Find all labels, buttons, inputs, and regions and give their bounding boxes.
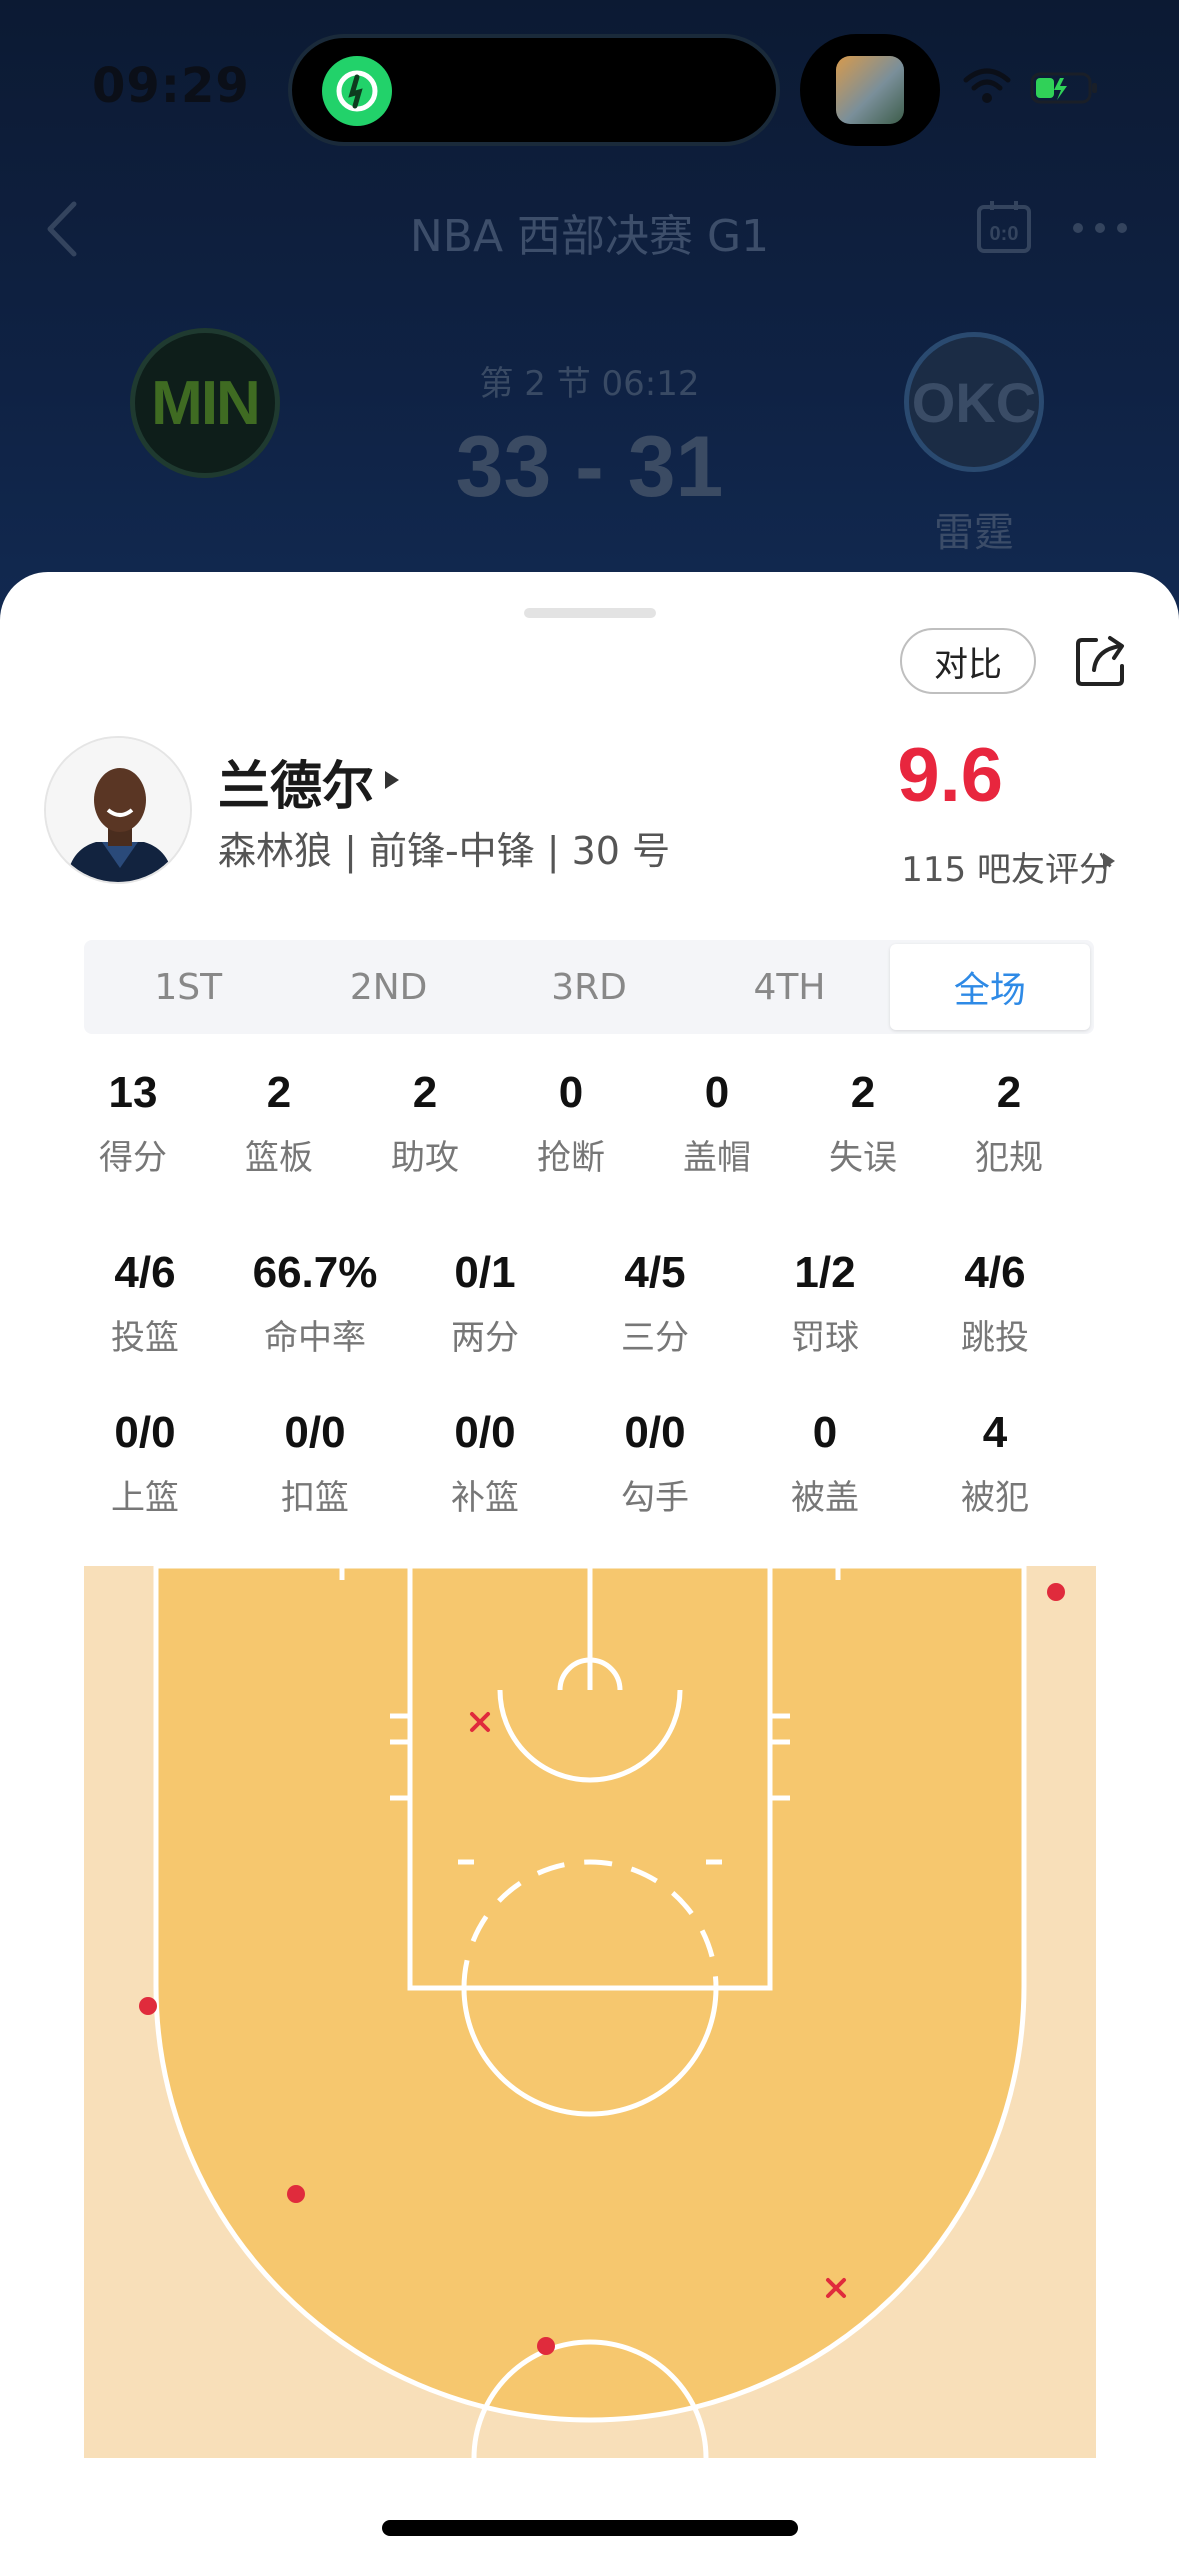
- stat-label: 上篮: [111, 1478, 179, 1518]
- stat-turnovers: 2 失误: [790, 1068, 936, 1179]
- stat-value: 1/2: [794, 1248, 856, 1297]
- stat-label: 失误: [829, 1138, 897, 1178]
- stat-label: 扣篮: [281, 1478, 349, 1518]
- stat-label: 罚球: [791, 1318, 859, 1358]
- tab-4th[interactable]: 4TH: [689, 944, 889, 1030]
- stat-fg-pct: 66.7% 命中率: [230, 1248, 400, 1359]
- basic-stats-row: 13 得分 2 篮板 2 助攻 0 抢断 0 盖帽 2 失误 2 犯规: [60, 1068, 1179, 1179]
- stat-points: 13 得分: [60, 1068, 206, 1179]
- stat-steals: 0 抢断: [498, 1068, 644, 1179]
- stat-label: 抢断: [537, 1138, 605, 1178]
- wifi-icon: [963, 68, 1011, 103]
- tab-2nd[interactable]: 2ND: [288, 944, 488, 1030]
- made-shot-marker: [287, 2185, 305, 2203]
- away-team-name: 雷霆: [934, 510, 1014, 556]
- game-thumbnail-icon: [836, 56, 904, 124]
- made-shot-marker: [139, 1997, 157, 2015]
- tab-full-game[interactable]: 全场: [889, 944, 1091, 1030]
- stat-blocked: 0 被盖: [740, 1408, 910, 1519]
- stat-value: 2: [996, 1068, 1022, 1117]
- share-icon[interactable]: [1070, 630, 1132, 692]
- stat-layups: 0/0 上篮: [60, 1408, 230, 1519]
- play-arrow-icon[interactable]: [382, 768, 402, 792]
- stat-assists: 2 助攻: [352, 1068, 498, 1179]
- stat-label: 三分: [621, 1318, 689, 1358]
- status-bar: 09:29: [0, 0, 1179, 170]
- stat-label: 投篮: [111, 1318, 179, 1358]
- shooting-stats-row: 4/6 投篮 66.7% 命中率 0/1 两分 4/5 三分 1/2 罚球 4/6 跳投: [60, 1248, 1130, 1359]
- player-stats-sheet: 对比 兰德尔 森林狼 | 前锋-中锋 | 30 号 9.6 115 吧友评分 1…: [0, 572, 1179, 2556]
- okc-team-logo[interactable]: OKC: [904, 332, 1044, 472]
- stat-value: 0/0: [114, 1408, 176, 1457]
- stat-blocks: 0 盖帽: [644, 1068, 790, 1179]
- scoreboard-icon[interactable]: 0:0: [976, 198, 1032, 254]
- tab-3rd[interactable]: 3RD: [489, 944, 689, 1030]
- player-rating: 9.6: [897, 733, 1003, 818]
- three-point-area: [153, 1566, 1027, 2423]
- stat-label: 勾手: [621, 1478, 689, 1518]
- player-avatar[interactable]: [44, 736, 192, 884]
- stat-hooks: 0/0 勾手: [570, 1408, 740, 1519]
- stat-label: 两分: [451, 1318, 519, 1358]
- stat-rebounds: 2 篮板: [206, 1068, 352, 1179]
- svg-text:0:0: 0:0: [990, 223, 1019, 245]
- stat-label: 助攻: [391, 1138, 459, 1178]
- sheet-grabber[interactable]: [524, 608, 656, 618]
- stat-value: 4: [982, 1408, 1008, 1457]
- stat-value: 0/1: [454, 1248, 516, 1297]
- stat-label: 盖帽: [683, 1138, 751, 1178]
- stat-dunks: 0/0 扣篮: [230, 1408, 400, 1519]
- stat-value: 0/0: [454, 1408, 516, 1457]
- stat-value: 66.7%: [252, 1248, 378, 1297]
- stat-jumpers: 4/6 跳投: [910, 1248, 1080, 1359]
- home-indicator[interactable]: [382, 2520, 798, 2536]
- stat-label: 犯规: [975, 1138, 1043, 1178]
- stat-putbacks: 0/0 补篮: [400, 1408, 570, 1519]
- stat-fg: 4/6 投篮: [60, 1248, 230, 1359]
- stat-value: 4/6: [964, 1248, 1026, 1297]
- status-time: 09:29: [92, 58, 250, 114]
- stat-3pt: 4/5 三分: [570, 1248, 740, 1359]
- shot-type-stats-row: 0/0 上篮 0/0 扣篮 0/0 补篮 0/0 勾手 0 被盖 4 被犯: [60, 1408, 1130, 1519]
- stat-value: 4/6: [114, 1248, 176, 1297]
- stat-value: 4/5: [624, 1248, 686, 1297]
- tab-1st[interactable]: 1ST: [88, 944, 288, 1030]
- rating-count[interactable]: 115 吧友评分: [901, 842, 1113, 891]
- stat-label: 篮板: [245, 1138, 313, 1178]
- shot-chart: [84, 1566, 1096, 2458]
- stat-label: 得分: [99, 1138, 167, 1178]
- stat-ft: 1/2 罚球: [740, 1248, 910, 1359]
- player-meta: 森林狼 | 前锋-中锋 | 30 号: [218, 829, 671, 873]
- live-activity-thumbnail[interactable]: [800, 34, 940, 146]
- stat-value: 0/0: [624, 1408, 686, 1457]
- game-header: 09:29 NBA 西部决赛 G1 0:0 MIN 第 2 节 06:12 33…: [0, 0, 1179, 640]
- made-shot-marker: [537, 2337, 555, 2355]
- stat-fouls: 2 犯规: [936, 1068, 1082, 1179]
- stat-label: 被盖: [791, 1478, 859, 1518]
- player-name[interactable]: 兰德尔: [218, 744, 374, 819]
- battery-icon: [1030, 72, 1097, 104]
- stat-value: 2: [412, 1068, 438, 1117]
- stat-2pt: 0/1 两分: [400, 1248, 570, 1359]
- live-activity-app-icon[interactable]: [322, 56, 392, 126]
- stat-value: 0: [704, 1068, 730, 1117]
- more-icon[interactable]: [1068, 200, 1132, 256]
- stat-label: 补篮: [451, 1478, 519, 1518]
- dynamic-island[interactable]: [288, 34, 780, 146]
- compare-button[interactable]: 对比: [900, 628, 1036, 694]
- stat-label: 被犯: [961, 1478, 1029, 1518]
- stat-label: 命中率: [264, 1318, 366, 1358]
- stat-value: 0: [812, 1408, 838, 1457]
- stat-label: 跳投: [961, 1318, 1029, 1358]
- away-team-abbr: OKC: [911, 370, 1037, 434]
- rating-arrow-icon[interactable]: [1100, 850, 1118, 872]
- stat-fouled: 4 被犯: [910, 1408, 1080, 1519]
- stat-value: 13: [108, 1068, 158, 1117]
- stat-value: 2: [850, 1068, 876, 1117]
- stat-value: 2: [266, 1068, 292, 1117]
- stat-value: 0: [558, 1068, 584, 1117]
- made-shot-marker: [1047, 1583, 1065, 1601]
- period-tabs: 1ST 2ND 3RD 4TH 全场: [84, 940, 1094, 1034]
- stat-value: 0/0: [284, 1408, 346, 1457]
